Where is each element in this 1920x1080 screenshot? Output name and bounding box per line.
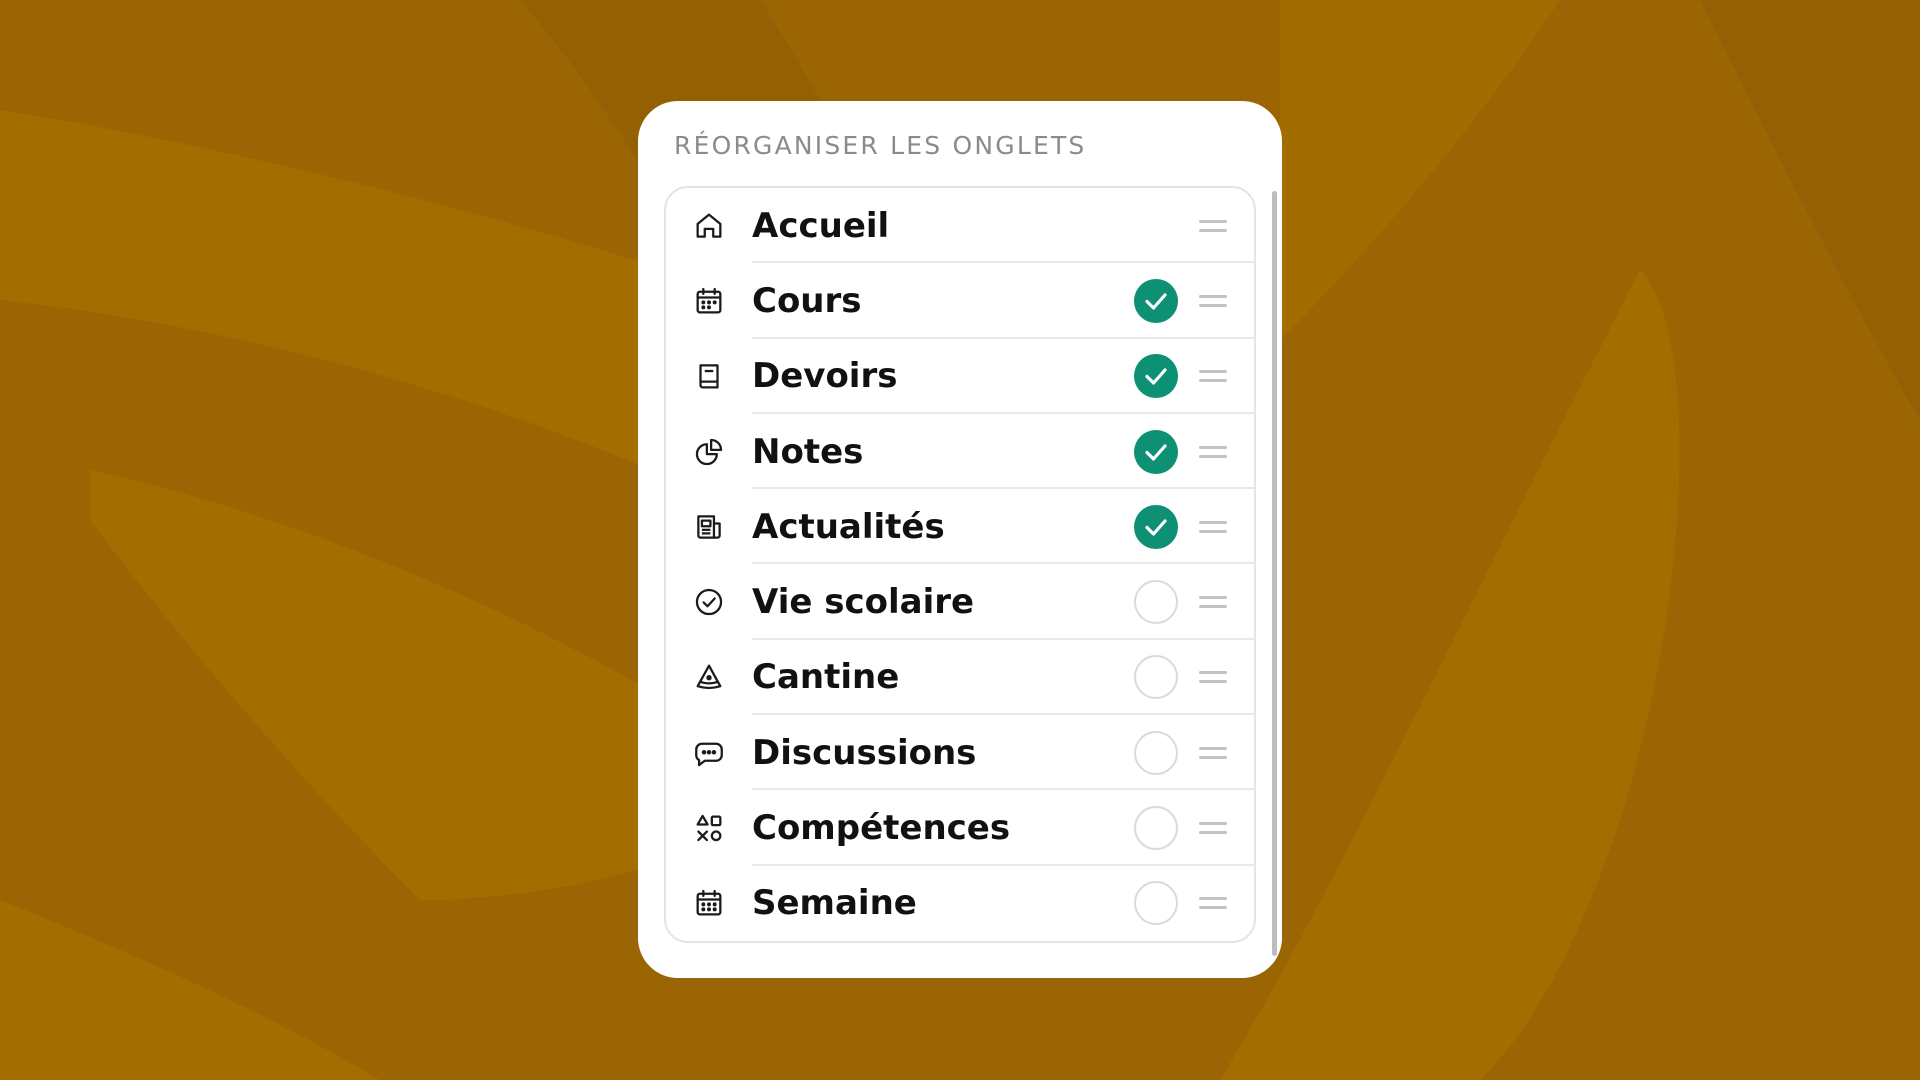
tab-label: Actualités: [752, 506, 945, 547]
checked-toggle[interactable]: [1134, 354, 1178, 399]
tab-row-cours[interactable]: Cours: [666, 263, 1254, 339]
tab-row-notes[interactable]: Notes: [666, 414, 1254, 490]
drag-handle-icon[interactable]: [1199, 746, 1227, 759]
drag-handle-icon[interactable]: [1199, 520, 1227, 533]
tabs-list: Accueil Cours Devoirs Notes Actualités V…: [664, 186, 1256, 943]
calendar-icon: [692, 284, 726, 318]
checked-toggle[interactable]: [1134, 504, 1178, 549]
tab-label: Semaine: [752, 883, 917, 924]
chat-bubble-icon: [692, 736, 726, 770]
tab-label: Discussions: [752, 732, 977, 773]
tab-row-devoirs[interactable]: Devoirs: [666, 339, 1254, 415]
checked-toggle[interactable]: [1134, 429, 1178, 474]
shapes-icon: [692, 811, 726, 845]
book-icon: [692, 359, 726, 393]
drag-handle-icon[interactable]: [1199, 897, 1227, 910]
tab-row-vie-scolaire[interactable]: Vie scolaire: [666, 564, 1254, 641]
drag-handle-icon[interactable]: [1199, 445, 1227, 458]
drag-handle-icon[interactable]: [1199, 294, 1227, 307]
calendar-week-icon: [692, 886, 726, 920]
unchecked-toggle[interactable]: [1134, 730, 1178, 775]
tab-row-semaine[interactable]: Semaine: [666, 866, 1254, 941]
tab-label: Cantine: [752, 657, 900, 698]
pizza-slice-icon: [692, 660, 726, 694]
tab-row-discussions[interactable]: Discussions: [666, 715, 1254, 791]
drag-handle-icon[interactable]: [1199, 370, 1227, 383]
checked-toggle[interactable]: [1134, 278, 1178, 323]
drag-handle-icon[interactable]: [1199, 671, 1227, 684]
unchecked-toggle[interactable]: [1134, 881, 1178, 926]
tab-label: Accueil: [752, 205, 890, 246]
panel-title: RÉORGANISER LES ONGLETS: [674, 131, 1087, 160]
tab-label: Vie scolaire: [752, 582, 975, 623]
unchecked-toggle[interactable]: [1134, 655, 1178, 700]
pie-chart-icon: [692, 435, 726, 469]
scrollbar[interactable]: [1272, 191, 1277, 956]
tab-label: Compétences: [752, 808, 1011, 849]
newspaper-icon: [692, 510, 726, 544]
tab-row-actualites[interactable]: Actualités: [666, 489, 1254, 565]
drag-handle-icon[interactable]: [1199, 596, 1227, 609]
tab-label: Devoirs: [752, 356, 898, 397]
tab-label: Cours: [752, 280, 862, 321]
unchecked-toggle[interactable]: [1134, 806, 1178, 851]
home-icon: [692, 209, 726, 243]
drag-handle-icon[interactable]: [1199, 219, 1227, 232]
tab-label: Notes: [752, 431, 864, 472]
tab-row-competences[interactable]: Compétences: [666, 790, 1254, 866]
tab-row-accueil[interactable]: Accueil: [666, 188, 1254, 264]
tab-row-cantine[interactable]: Cantine: [666, 640, 1254, 716]
reorder-tabs-panel: RÉORGANISER LES ONGLETS Accueil Cours De…: [638, 101, 1282, 978]
unchecked-toggle[interactable]: [1134, 580, 1178, 625]
drag-handle-icon[interactable]: [1199, 822, 1227, 835]
check-circle-icon: [692, 585, 726, 619]
